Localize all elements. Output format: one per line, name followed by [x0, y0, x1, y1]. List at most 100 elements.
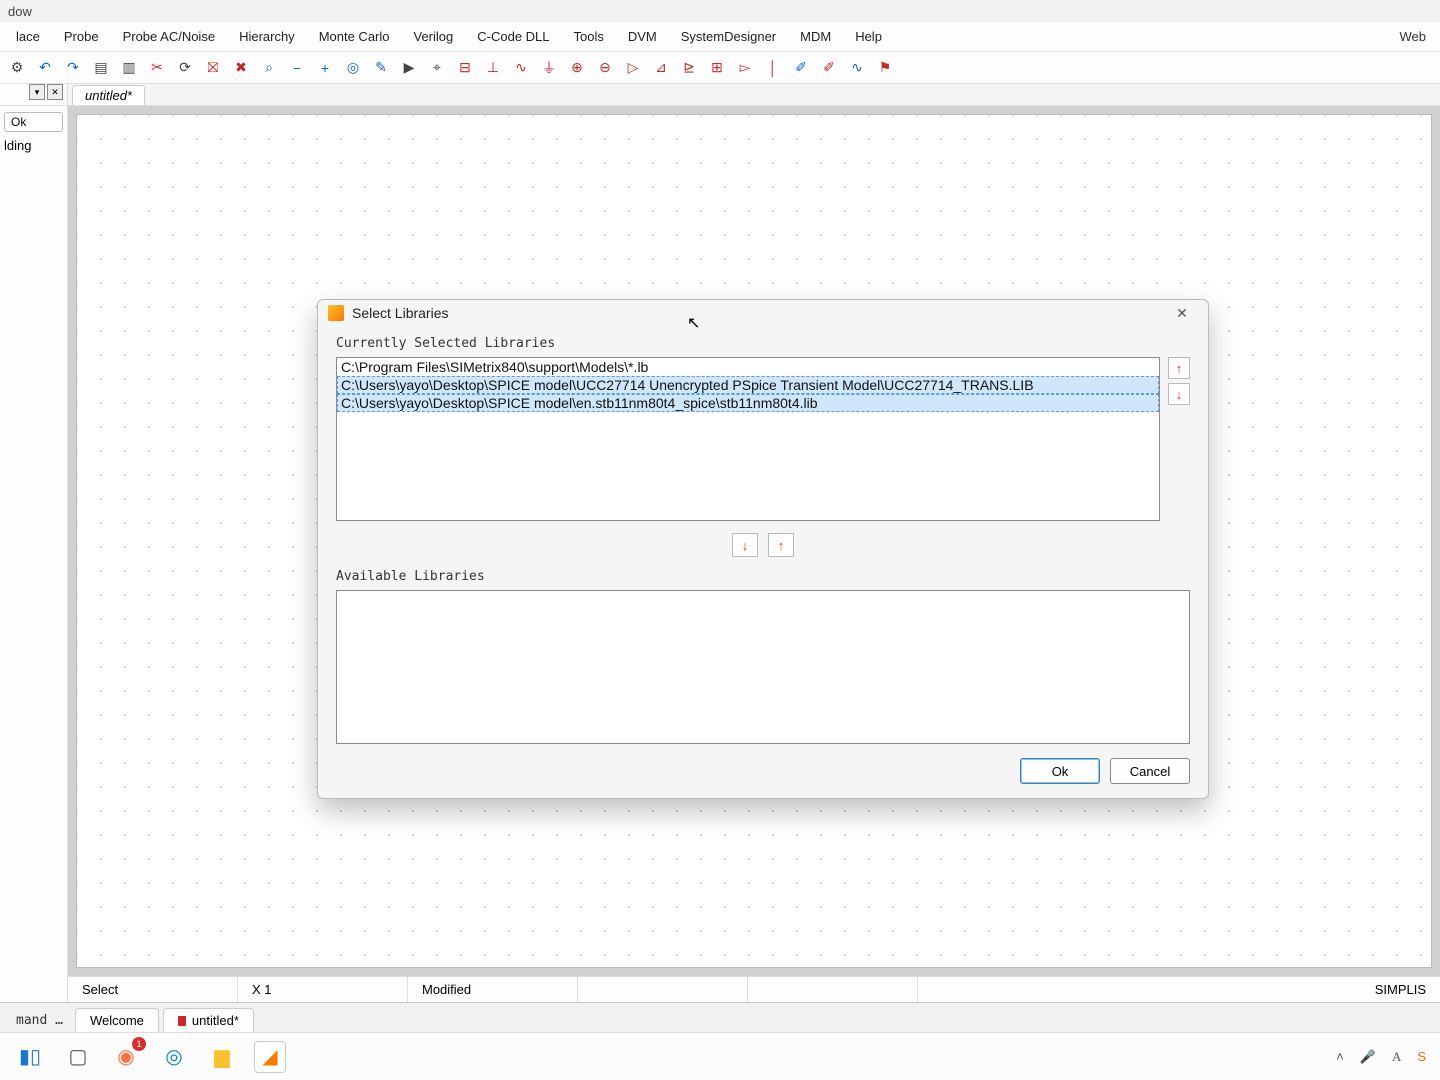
taskbar-taskview-icon[interactable]: ▢ [62, 1041, 94, 1073]
main-area: untitled* Select Libraries ✕ Currently S… [68, 84, 1440, 1002]
ok-chip[interactable]: Ok [4, 112, 63, 132]
wave-icon[interactable]: ∿ [846, 57, 868, 79]
diode-icon[interactable]: ▷ [622, 57, 644, 79]
taskbar-edge-icon[interactable]: ◎ [158, 1041, 190, 1073]
folder-icon[interactable]: ▥ [118, 57, 140, 79]
delete-all-icon[interactable]: ⛝ [202, 57, 224, 79]
move-down-button[interactable]: ↓ [1168, 383, 1190, 405]
toolbar: ⚙ ↶ ↷ ▤ ▥ ✂ ⟳ ⛝ ✖ ⌕−+ ◎ ✎ ▶ ⌖ ⊟ ⊥ ∿ ⏚ ⊕ ⊖ ▷ ⊿ ⊵ ⊞ ▻ │ ✐ ✐ ∿ ⚑ [0, 52, 1440, 84]
capacitor-icon[interactable]: ⊥ [482, 57, 504, 79]
zoom-out-icon[interactable]: − [286, 57, 308, 79]
redo-icon[interactable]: ↷ [62, 57, 84, 79]
pnp-icon[interactable]: ⊵ [678, 57, 700, 79]
opamp-icon[interactable]: ▻ [734, 57, 756, 79]
tray-app-icon[interactable]: S [1417, 1049, 1426, 1064]
menu-bar: lace Probe Probe AC/Noise Hierarchy Mont… [0, 22, 1440, 52]
select-libraries-dialog: Select Libraries ✕ Currently Selected Li… [317, 299, 1209, 799]
gear-icon[interactable]: ⚙ [6, 57, 28, 79]
menu-probe[interactable]: Probe [52, 25, 111, 48]
move-up-button[interactable]: ↑ [1168, 357, 1190, 379]
ground-icon[interactable]: ⏚ [538, 57, 560, 79]
zoom-in-icon[interactable]: + [314, 57, 336, 79]
dialog-close-button[interactable]: ✕ [1166, 301, 1198, 325]
zoom-fit-icon[interactable]: ⌕ [258, 57, 280, 79]
list-item[interactable]: C:\Users\yayo\Desktop\SPICE model\en.stb… [337, 394, 1159, 412]
tab-label: untitled* [192, 1013, 239, 1028]
cut-icon[interactable]: ✂ [146, 57, 168, 79]
left-panel-text: lding [4, 138, 63, 153]
tray-ime-icon[interactable]: A [1392, 1049, 1401, 1065]
bottom-tabs: mand … Welcome untitled* [0, 1002, 1440, 1032]
current-libraries-list[interactable]: C:\Program Files\SIMetrix840\support\Mod… [336, 357, 1160, 521]
doc-icon [178, 1016, 186, 1026]
inductor-icon[interactable]: ∿ [510, 57, 532, 79]
search-icon[interactable]: ⌖ [426, 57, 448, 79]
left-panel-controls: ▾ ✕ [0, 84, 67, 106]
run-icon[interactable]: ▶ [398, 57, 420, 79]
delete-icon[interactable]: ✖ [230, 57, 252, 79]
status-empty1 [578, 977, 748, 1002]
taskbar-firefox-icon[interactable]: ◉1 [110, 1041, 142, 1073]
menu-web[interactable]: Web [1400, 29, 1437, 44]
menu-ccode-dll[interactable]: C-Code DLL [465, 25, 561, 48]
menu-verilog[interactable]: Verilog [402, 25, 466, 48]
mosfet-icon[interactable]: ⊞ [706, 57, 728, 79]
zoom-sel-icon[interactable]: ◎ [342, 57, 364, 79]
app-root: dow lace Probe Probe AC/Noise Hierarchy … [0, 0, 1440, 1080]
cancel-button[interactable]: Cancel [1110, 758, 1190, 784]
menu-tools[interactable]: Tools [562, 25, 616, 48]
menu-systemdesigner[interactable]: SystemDesigner [669, 25, 788, 48]
list-item[interactable]: C:\Program Files\SIMetrix840\support\Mod… [337, 358, 1159, 376]
status-state: Modified [408, 977, 578, 1002]
resistor-icon[interactable]: ⊟ [454, 57, 476, 79]
status-empty2 [748, 977, 918, 1002]
probe-i-icon[interactable]: ✐ [818, 57, 840, 79]
taskbar-explorer-icon[interactable]: ▆ [206, 1041, 238, 1073]
refresh-icon[interactable]: ⟳ [174, 57, 196, 79]
undo-icon[interactable]: ↶ [34, 57, 56, 79]
dialog-app-icon [328, 305, 344, 321]
isource-icon[interactable]: ⊖ [594, 57, 616, 79]
bottom-tab-untitled[interactable]: untitled* [163, 1008, 254, 1032]
window-titlebar: dow [0, 0, 1440, 22]
add-to-available-button[interactable]: ↓ [732, 533, 758, 557]
window-title-fragment: dow [8, 4, 32, 19]
marker-icon[interactable]: ⚑ [874, 57, 896, 79]
status-bar: Select X 1 Modified SIMPLIS [68, 976, 1440, 1002]
bottom-tab-welcome[interactable]: Welcome [75, 1008, 159, 1032]
menu-place[interactable]: lace [4, 25, 52, 48]
menu-hierarchy[interactable]: Hierarchy [227, 25, 307, 48]
panel-close-icon[interactable]: ✕ [47, 84, 63, 100]
dialog-titlebar[interactable]: Select Libraries ✕ [318, 300, 1208, 326]
wire-icon[interactable]: │ [762, 57, 784, 79]
command-bar-fragment[interactable]: mand … [8, 1009, 71, 1032]
menu-mdm[interactable]: MDM [788, 25, 843, 48]
document-tab-untitled[interactable]: untitled* [72, 85, 145, 105]
menu-dvm[interactable]: DVM [616, 25, 669, 48]
tray-mic-icon[interactable]: 🎤 [1360, 1049, 1376, 1065]
list-item[interactable]: C:\Users\yayo\Desktop\SPICE model\UCC277… [337, 376, 1159, 394]
taskbar-simetrix-icon[interactable]: ◢ [254, 1041, 286, 1073]
document-tabbar: untitled* [68, 84, 1440, 106]
status-zoom: X 1 [238, 977, 408, 1002]
add-to-current-button[interactable]: ↑ [768, 533, 794, 557]
available-label: Available Libraries [336, 569, 1190, 584]
taskbar-app1-icon[interactable]: ▮▯ [14, 1041, 46, 1073]
vsource-icon[interactable]: ⊕ [566, 57, 588, 79]
dialog-title: Select Libraries [352, 305, 1166, 321]
panel-dropdown-icon[interactable]: ▾ [29, 84, 45, 100]
menu-probe-ac[interactable]: Probe AC/Noise [111, 25, 228, 48]
pencil-icon[interactable]: ✎ [370, 57, 392, 79]
probe-v-icon[interactable]: ✐ [790, 57, 812, 79]
currently-selected-label: Currently Selected Libraries [336, 336, 1190, 351]
new-doc-icon[interactable]: ▤ [90, 57, 112, 79]
tray-chevron-icon[interactable]: ˄ [1336, 1049, 1344, 1064]
tab-label: Welcome [90, 1013, 144, 1028]
ok-button[interactable]: Ok [1020, 758, 1100, 784]
available-libraries-list[interactable] [336, 590, 1190, 744]
windows-taskbar: ▮▯ ▢ ◉1 ◎ ▆ ◢ ˄ 🎤 A S [0, 1032, 1440, 1080]
menu-monte-carlo[interactable]: Monte Carlo [307, 25, 402, 48]
npn-icon[interactable]: ⊿ [650, 57, 672, 79]
menu-help[interactable]: Help [843, 25, 894, 48]
schematic-canvas[interactable]: Select Libraries ✕ Currently Selected Li… [76, 114, 1432, 968]
